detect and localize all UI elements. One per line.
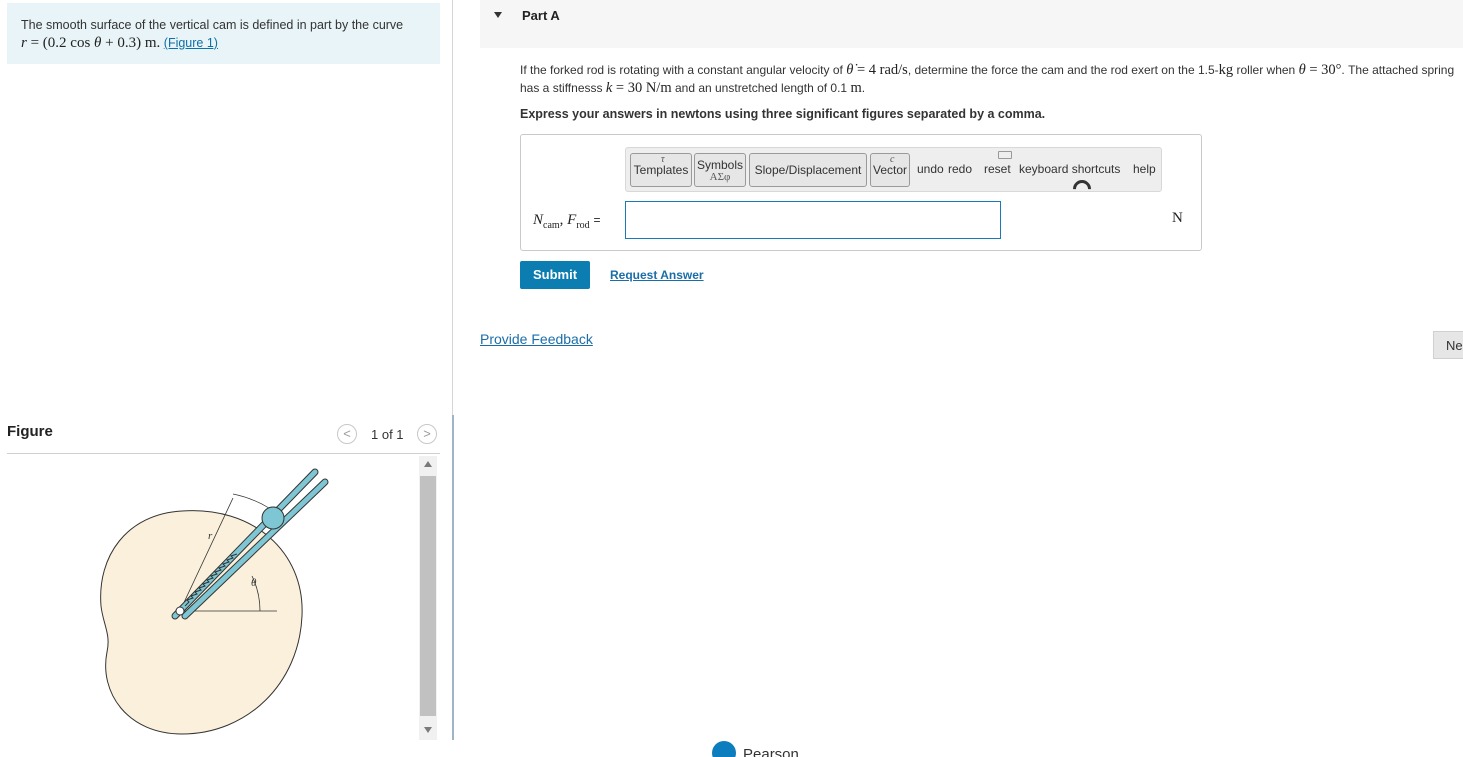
theta: θ (1298, 62, 1306, 78)
answer-label-f-sub: rod (576, 220, 590, 231)
request-answer-link[interactable]: Request Answer (610, 268, 704, 282)
omega-value: = 4 rad/s (856, 62, 908, 78)
templates-button[interactable]: τ Templates (630, 153, 692, 187)
submit-button[interactable]: Submit (520, 261, 590, 289)
problem-pane: The smooth surface of the vertical cam i… (0, 0, 452, 740)
answer-label-separator: , (559, 212, 564, 228)
stiffness: k = 30 N/m (606, 80, 672, 96)
figure-viewport: r θ (7, 456, 419, 740)
part-title[interactable]: Part A (522, 8, 560, 23)
k-value: = 30 N/m (615, 80, 672, 96)
answer-label-f: F (567, 212, 577, 228)
angular-velocity: θ̇ = 4 rad/s (846, 62, 908, 78)
roller (261, 506, 285, 530)
scroll-thumb[interactable] (420, 476, 436, 716)
symbols-label: Symbols (696, 158, 743, 172)
undo-button[interactable]: undo (917, 162, 944, 176)
collapse-caret-icon[interactable] (494, 12, 502, 18)
next-figure-button[interactable]: > (417, 424, 437, 444)
figure-scrollbar[interactable] (419, 456, 437, 740)
unit-kg: kg (1218, 62, 1234, 78)
previous-figure-button[interactable]: < (337, 424, 357, 444)
answer-label: Ncam, Frod = (533, 212, 600, 231)
provide-feedback-link[interactable]: Provide Feedback (480, 331, 593, 347)
curve-equation: r = (0.2 cos θ + 0.3) m. (21, 35, 160, 51)
answer-label-equals: = (593, 213, 601, 227)
answer-input[interactable] (625, 201, 1001, 239)
keyboard-shortcuts-button[interactable]: keyboard shortcuts (1019, 162, 1120, 176)
answer-unit: N (1172, 210, 1183, 226)
figure-pager-count: 1 of 1 (371, 427, 404, 442)
pane-divider[interactable] (452, 0, 453, 415)
part-header[interactable]: Part A (480, 0, 1463, 48)
figure-title: Figure (7, 423, 53, 440)
next-button[interactable]: Ne (1433, 331, 1463, 359)
question-text: If the forked rod is rotating with a con… (520, 61, 1463, 97)
help-button[interactable]: help (1133, 162, 1156, 176)
problem-intro: The smooth surface of the vertical cam i… (7, 3, 440, 64)
curve-r: r (21, 35, 27, 51)
cam-body (100, 510, 303, 735)
k-symbol: k (605, 80, 613, 96)
keyboard-icon (998, 151, 1012, 159)
curve-tail: + 0.3) m. (105, 35, 161, 51)
label-theta: θ (251, 577, 257, 589)
math-toolbar: τ Templates Symbols ΑΣφ Slope/Displaceme… (625, 147, 1162, 202)
vector-button[interactable]: c Vector (870, 153, 910, 187)
redo-button[interactable]: redo (948, 162, 972, 176)
curve-theta: θ (94, 35, 102, 51)
question-part-1: If the forked rod is rotating with a con… (520, 63, 843, 77)
angle-degrees: = 30° (1309, 62, 1342, 78)
angle-value: θ = 30° (1299, 62, 1342, 78)
symbols-button[interactable]: Symbols ΑΣφ (694, 153, 746, 187)
symbols-greek-icon: ΑΣφ (709, 171, 731, 183)
slope-displacement-button[interactable]: Slope/Displacement (749, 153, 867, 187)
pivot-pin (175, 606, 185, 616)
scroll-down-arrow-icon[interactable] (424, 727, 432, 733)
loading-arc-icon (1069, 176, 1095, 202)
dimension-arc (232, 493, 270, 509)
theta-dot: θ̇ (846, 62, 854, 78)
scroll-up-arrow-icon[interactable] (424, 461, 432, 467)
answer-label-n: N (533, 212, 544, 228)
problem-intro-text: The smooth surface of the vertical cam i… (21, 18, 404, 32)
answer-label-n-sub: cam (543, 220, 560, 231)
reset-button[interactable]: reset (984, 162, 1011, 176)
figure-link[interactable]: (Figure 1) (164, 36, 218, 50)
question-part-5: and an unstretched length of 0.1 (674, 81, 848, 95)
answer-instruction: Express your answers in newtons using th… (520, 107, 1046, 121)
question-part-2: , determine the force the cam and the ro… (907, 63, 1219, 77)
pearson-logo-icon (712, 741, 736, 757)
cam-figure: r θ (100, 468, 329, 735)
vector-c-icon: c (890, 154, 895, 165)
figure-header: Figure < 1 of 1 > (7, 420, 440, 454)
pane-resize-handle[interactable] (452, 415, 454, 740)
curve-eq: = (0.2 cos (30, 35, 91, 51)
templates-tau-icon: τ (661, 154, 665, 165)
pearson-wordmark: Pearson (743, 746, 799, 757)
unit-m: m (850, 80, 862, 96)
answer-box: τ Templates Symbols ΑΣφ Slope/Displaceme… (520, 134, 1202, 251)
question-end: . (861, 81, 866, 95)
question-part-3: roller when (1236, 63, 1296, 77)
label-r: r (208, 530, 213, 542)
